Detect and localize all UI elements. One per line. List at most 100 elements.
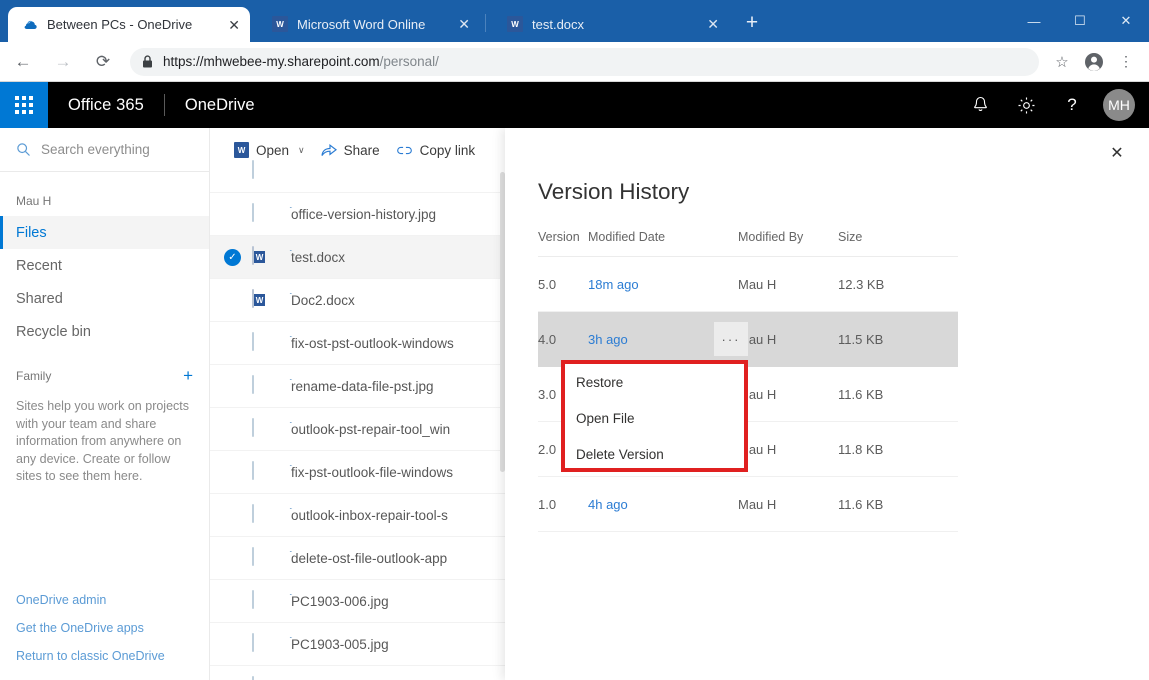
address-bar[interactable]: https://mhwebee-my.sharepoint.com/person… xyxy=(130,48,1039,76)
app-launcher-button[interactable] xyxy=(0,82,48,128)
version-modified-by: Mau H xyxy=(738,277,838,292)
image-file-icon xyxy=(252,333,274,353)
version-number: 4.0 xyxy=(538,332,588,347)
table-row[interactable] xyxy=(210,150,505,193)
suite-actions: ? MH xyxy=(957,82,1149,128)
file-name: ↯fix-pst-outlook-file-windows xyxy=(286,465,453,480)
file-name: ↯office-version-history.jpg xyxy=(286,207,436,222)
file-name: ↯outlook-inbox-repair-tool-s xyxy=(286,508,448,523)
version-date-link[interactable]: 4h ago xyxy=(588,497,738,512)
tab-title: test.docx xyxy=(532,17,584,32)
table-row[interactable]: ↯PC1903-006.jpg xyxy=(210,580,505,623)
file-rows: ↯office-version-history.jpg ✓ ↯test.docx… xyxy=(210,150,505,680)
menu-item-delete-version[interactable]: Delete Version xyxy=(565,436,744,472)
column-header-modified-date: Modified Date xyxy=(588,230,738,244)
version-size: 12.3 KB xyxy=(838,277,928,292)
image-file-icon xyxy=(252,419,274,439)
browser-tab-2[interactable]: W test.docx ✕ xyxy=(493,6,729,42)
window-close-button[interactable]: ✕ xyxy=(1103,0,1149,42)
sidebar-item-recycle-bin[interactable]: Recycle bin xyxy=(0,315,209,348)
sidebar-item-recent[interactable]: Recent xyxy=(0,249,209,282)
tab-divider xyxy=(485,14,486,32)
sidebar-item-shared[interactable]: Shared xyxy=(0,282,209,315)
file-name: ↯test.docx xyxy=(286,250,345,265)
bookmark-star-icon[interactable]: ☆ xyxy=(1047,47,1077,77)
app-name-onedrive[interactable]: OneDrive xyxy=(185,96,255,115)
sync-icon: ↯ xyxy=(286,250,294,254)
menu-item-open-file[interactable]: Open File xyxy=(565,400,744,436)
file-name: ↯Doc2.docx xyxy=(286,293,355,308)
table-row[interactable] xyxy=(210,666,505,680)
add-site-icon[interactable]: + xyxy=(183,366,193,386)
page-title: Version History xyxy=(538,179,689,205)
image-file-icon xyxy=(252,548,274,568)
table-row[interactable]: ↯Doc2.docx xyxy=(210,279,505,322)
file-name: ↯fix-ost-pst-outlook-windows xyxy=(286,336,454,351)
profile-avatar-icon[interactable] xyxy=(1079,47,1109,77)
table-header: Version Modified Date Modified By Size xyxy=(538,230,958,257)
reload-icon[interactable]: ⟳ xyxy=(86,45,120,79)
lock-icon xyxy=(142,55,153,68)
table-row[interactable]: ↯fix-ost-pst-outlook-windows xyxy=(210,322,505,365)
search-icon xyxy=(16,142,31,157)
table-row[interactable]: 4.0 3h ago ··· Mau H 11.5 KB xyxy=(538,312,958,367)
table-row[interactable]: ✓ ↯test.docx xyxy=(210,236,505,279)
sync-icon: ↯ xyxy=(286,508,294,512)
sidebar-item-files[interactable]: Files xyxy=(0,216,209,249)
version-more-actions-button[interactable]: ··· xyxy=(714,322,748,356)
table-row[interactable]: 1.0 4h ago Mau H 11.6 KB xyxy=(538,477,958,532)
help-icon[interactable]: ? xyxy=(1049,82,1095,128)
link-return-classic-onedrive[interactable]: Return to classic OneDrive xyxy=(0,642,209,670)
image-file-icon xyxy=(252,634,274,654)
person-icon xyxy=(1084,52,1104,72)
user-avatar[interactable]: MH xyxy=(1103,89,1135,121)
chrome-menu-icon[interactable]: ⋮ xyxy=(1111,47,1141,77)
word-file-icon xyxy=(252,247,274,267)
browser-toolbar: ← → ⟳ https://mhwebee-my.sharepoint.com/… xyxy=(0,42,1149,82)
table-row[interactable]: ↯fix-pst-outlook-file-windows xyxy=(210,451,505,494)
browser-tab-1[interactable]: W Microsoft Word Online ✕ xyxy=(258,6,480,42)
link-onedrive-admin[interactable]: OneDrive admin xyxy=(0,586,209,614)
table-row[interactable]: ↯outlook-inbox-repair-tool-s xyxy=(210,494,505,537)
sidebar: Mau H Files Recent Shared Recycle bin Fa… xyxy=(0,128,210,680)
back-icon[interactable]: ← xyxy=(6,45,40,79)
notifications-icon[interactable] xyxy=(957,82,1003,128)
search-row[interactable] xyxy=(0,128,209,172)
forward-icon[interactable]: → xyxy=(46,45,80,79)
image-file-icon xyxy=(252,204,274,224)
browser-tabstrip: Between PCs - OneDrive ✕ W Microsoft Wor… xyxy=(0,0,1149,42)
close-icon[interactable]: ✕ xyxy=(1100,138,1134,168)
row-selected-check-icon[interactable]: ✓ xyxy=(224,249,241,266)
browser-tab-0[interactable]: Between PCs - OneDrive ✕ xyxy=(8,7,250,42)
table-row[interactable]: ↯PC1903-005.jpg xyxy=(210,623,505,666)
search-input[interactable] xyxy=(41,142,191,157)
link-get-onedrive-apps[interactable]: Get the OneDrive apps xyxy=(0,614,209,642)
version-modified-by: Mau H xyxy=(738,332,838,347)
window-maximize-button[interactable]: ☐ xyxy=(1057,0,1103,42)
browser-window: Between PCs - OneDrive ✕ W Microsoft Wor… xyxy=(0,0,1149,680)
sidebar-item-label: Files xyxy=(16,225,47,241)
file-name: ↯outlook-pst-repair-tool_win xyxy=(286,422,450,437)
table-row[interactable]: 5.0 18m ago Mau H 12.3 KB xyxy=(538,257,958,312)
table-row[interactable]: ↯office-version-history.jpg xyxy=(210,193,505,236)
table-row[interactable]: ↯delete-ost-file-outlook-app xyxy=(210,537,505,580)
tab-close-icon[interactable]: ✕ xyxy=(212,18,240,32)
column-header-size: Size xyxy=(838,230,928,244)
sidebar-group-title: Mau H xyxy=(0,172,209,216)
table-row[interactable]: ↯outlook-pst-repair-tool_win xyxy=(210,408,505,451)
file-name: ↯PC1903-006.jpg xyxy=(286,594,389,609)
window-minimize-button[interactable]: — xyxy=(1011,0,1057,42)
version-context-menu: Restore Open File Delete Version xyxy=(561,360,748,472)
version-size: 11.8 KB xyxy=(838,442,928,457)
gear-icon[interactable] xyxy=(1003,82,1049,128)
file-name: ↯delete-ost-file-outlook-app xyxy=(286,551,447,566)
tab-close-icon[interactable]: ✕ xyxy=(442,17,470,31)
table-row[interactable]: ↯rename-data-file-pst.jpg xyxy=(210,365,505,408)
office-brand[interactable]: Office 365 xyxy=(68,96,144,115)
word-icon: W xyxy=(507,16,523,32)
tab-close-icon[interactable]: ✕ xyxy=(691,17,719,31)
new-tab-button[interactable]: + xyxy=(740,12,764,36)
word-file-icon xyxy=(252,290,274,310)
menu-item-restore[interactable]: Restore xyxy=(565,364,744,400)
version-date-link[interactable]: 18m ago xyxy=(588,277,738,292)
